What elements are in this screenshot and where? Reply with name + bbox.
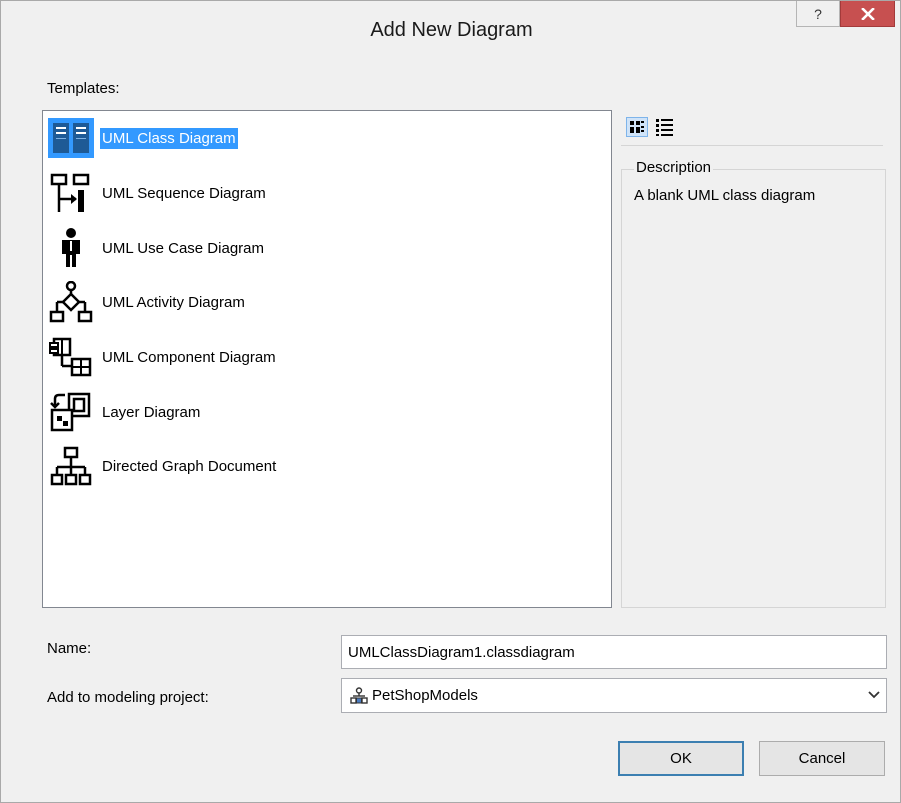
view-buttons-separator — [621, 145, 883, 146]
template-item-label: UML Activity Diagram — [102, 293, 245, 311]
medium-icons-view-icon[interactable] — [626, 117, 648, 137]
template-item-uml-sequence-diagram[interactable]: UML Sequence Diagram — [48, 171, 268, 215]
title-bar: Add New Diagram ? — [1, 1, 900, 64]
add-new-diagram-dialog: Add New Diagram ? Templates: UML Class D… — [0, 0, 901, 803]
description-legend: Description — [634, 159, 714, 176]
modeling-project-select[interactable]: PetShopModels — [341, 678, 887, 713]
modeling-project-value: PetShopModels — [372, 687, 478, 704]
templates-label: Templates: — [47, 80, 120, 97]
close-icon — [860, 7, 875, 20]
help-icon: ? — [814, 5, 822, 22]
template-item-label: Directed Graph Document — [102, 457, 277, 475]
cancel-button[interactable]: Cancel — [759, 741, 885, 776]
name-input[interactable]: UMLClassDiagram1.classdiagram — [341, 635, 887, 669]
name-label: Name: — [47, 640, 92, 657]
template-item-label: UML Sequence Diagram — [102, 184, 266, 202]
description-group — [621, 169, 886, 608]
dialog-title: Add New Diagram — [370, 19, 533, 41]
close-button[interactable] — [840, 1, 895, 27]
uml-class-diagram-icon — [48, 116, 94, 160]
uml-sequence-diagram-icon — [48, 171, 94, 215]
name-input-value: UMLClassDiagram1.classdiagram — [348, 643, 575, 661]
modeling-project-icon — [350, 686, 368, 704]
directed-graph-icon — [48, 444, 94, 488]
ok-button[interactable]: OK — [618, 741, 744, 776]
layer-diagram-icon — [48, 390, 94, 434]
template-item-uml-component-diagram[interactable]: UML Component Diagram — [48, 335, 278, 379]
template-item-label: UML Component Diagram — [102, 348, 276, 366]
template-item-label: UML Class Diagram — [100, 127, 238, 149]
project-label: Add to modeling project: — [47, 689, 209, 706]
chevron-down-icon[interactable] — [868, 689, 880, 699]
template-item-label: Layer Diagram — [102, 403, 201, 421]
help-button[interactable]: ? — [796, 1, 840, 27]
uml-activity-diagram-icon — [48, 280, 94, 324]
template-item-uml-activity-diagram[interactable]: UML Activity Diagram — [48, 280, 247, 324]
template-item-uml-use-case-diagram[interactable]: UML Use Case Diagram — [48, 226, 266, 270]
uml-component-diagram-icon — [48, 335, 94, 379]
template-item-layer-diagram[interactable]: Layer Diagram — [48, 390, 202, 434]
list-view-icon[interactable] — [653, 117, 675, 137]
description-text: A blank UML class diagram — [634, 187, 816, 204]
templates-list[interactable]: UML Class Diagram UML Sequence Diagram U… — [42, 110, 612, 608]
template-item-uml-class-diagram[interactable]: UML Class Diagram — [48, 116, 238, 160]
template-item-directed-graph-document[interactable]: Directed Graph Document — [48, 444, 278, 488]
uml-use-case-diagram-icon — [48, 226, 94, 270]
template-item-label: UML Use Case Diagram — [102, 239, 264, 257]
